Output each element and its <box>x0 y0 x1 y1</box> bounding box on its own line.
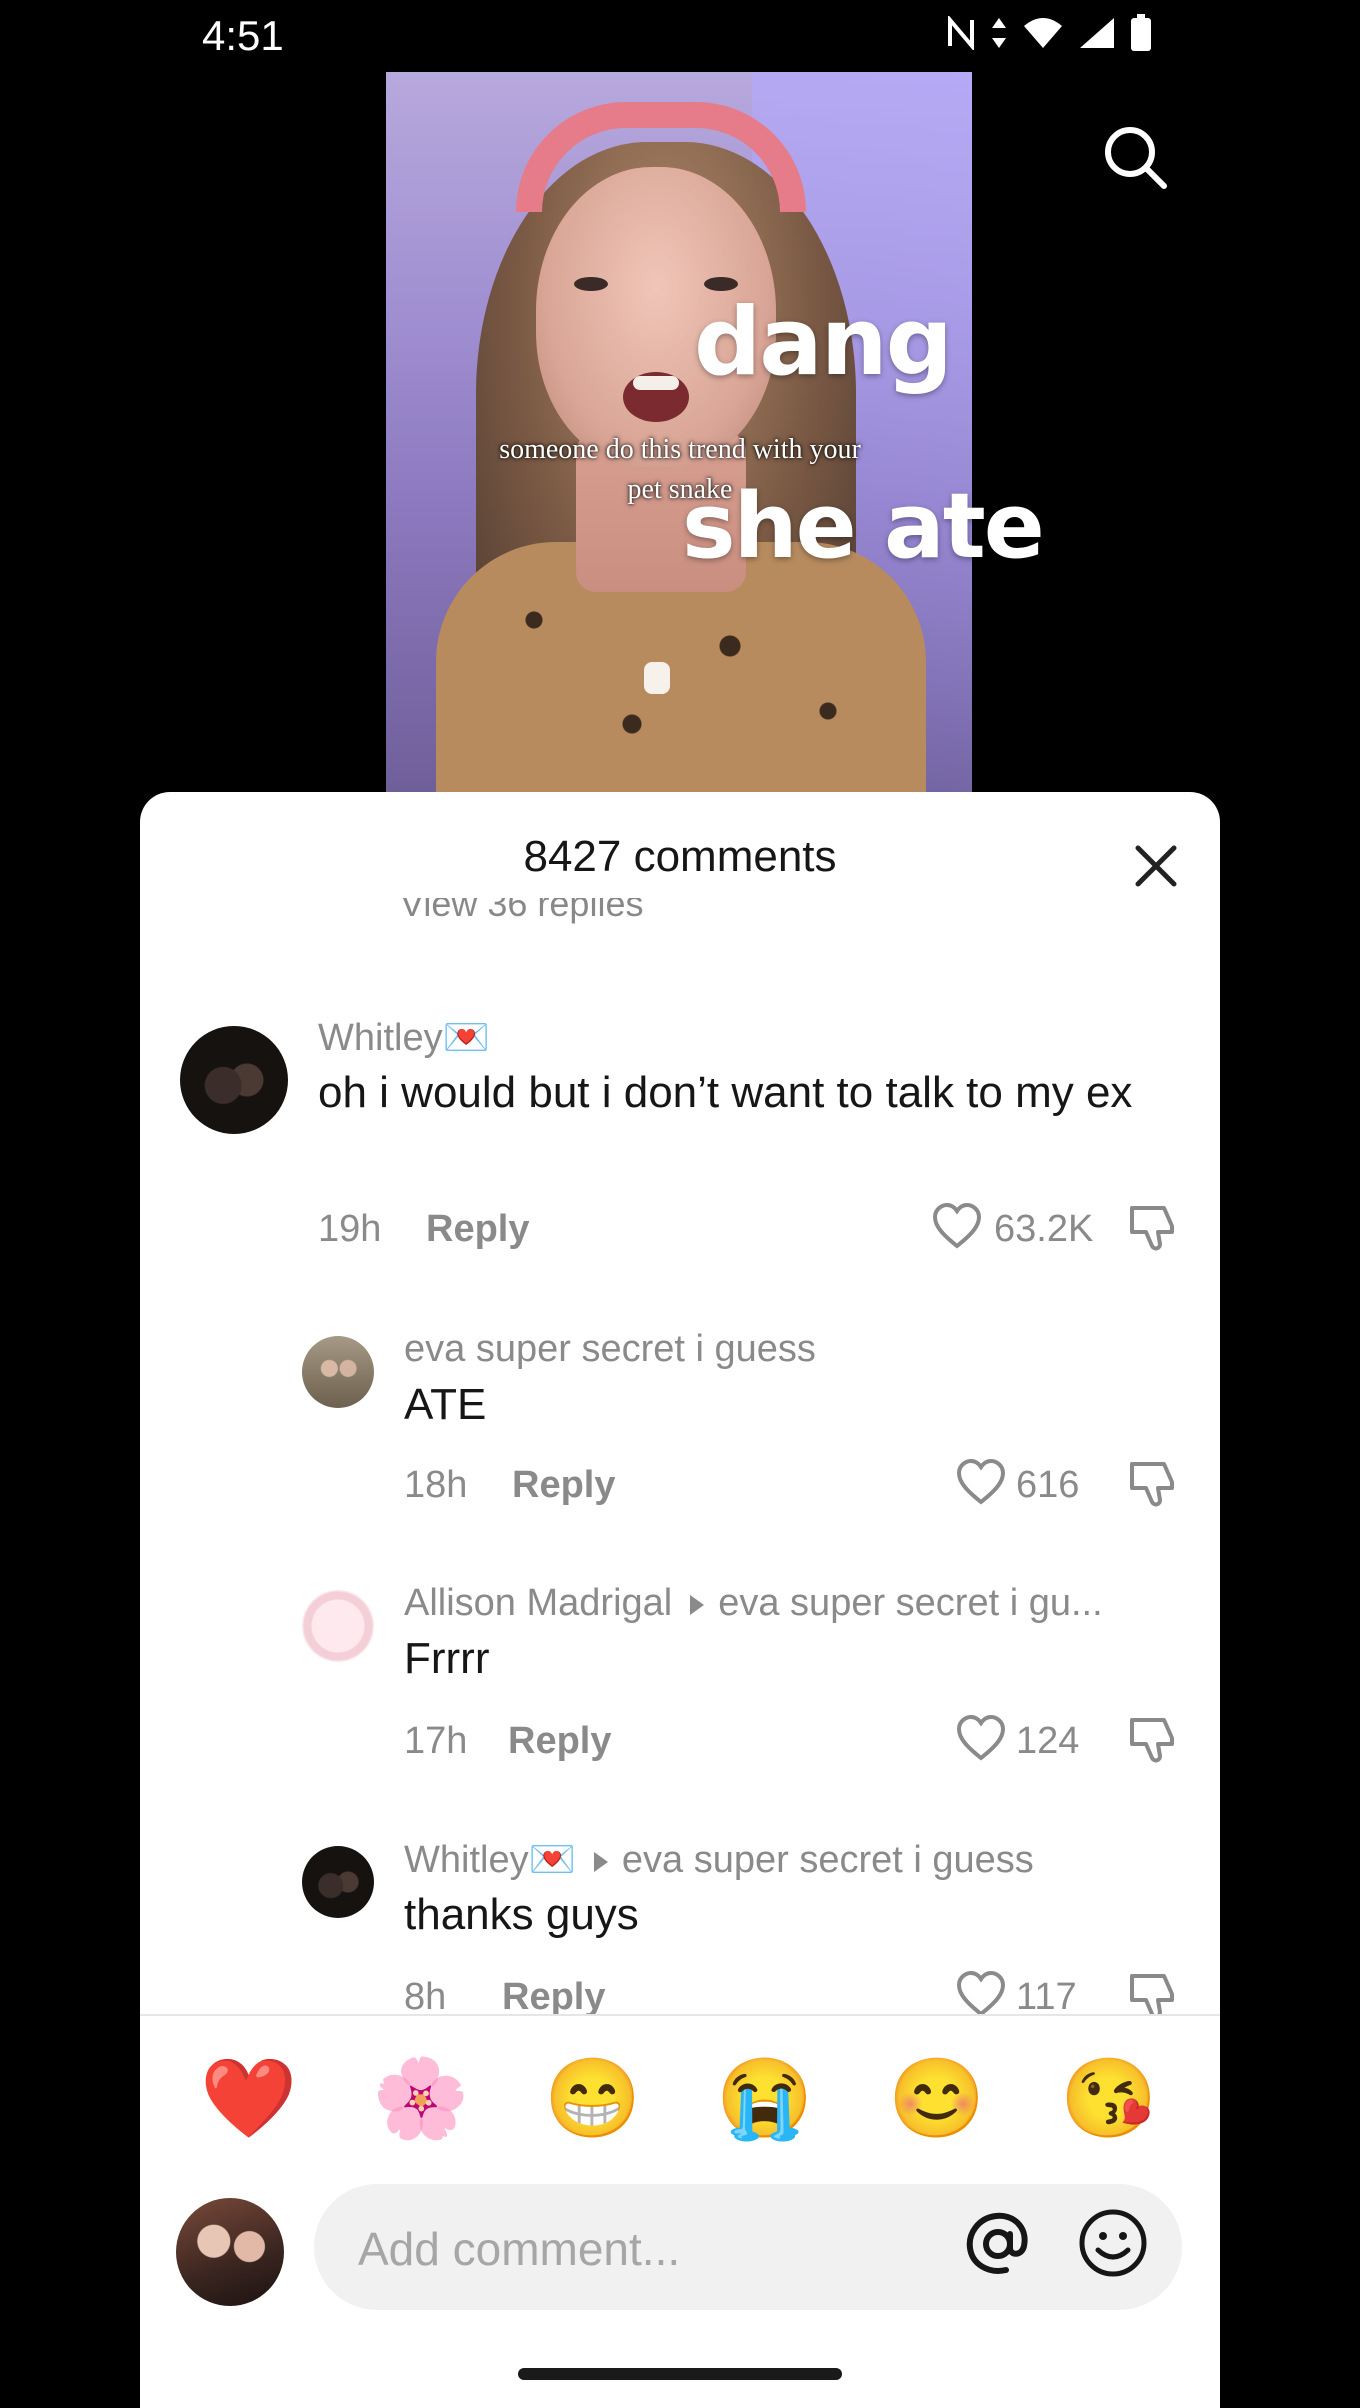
reply-button[interactable]: Reply <box>508 1720 611 1763</box>
divider <box>140 2014 1220 2016</box>
reply-button[interactable]: Reply <box>502 1976 605 2014</box>
comment-time: 8h <box>404 1976 447 2014</box>
cut-row: 8h Reply 117 <box>140 1960 1220 2014</box>
data-arrows-icon <box>992 18 1006 48</box>
emoji-picker-icon[interactable] <box>1076 2206 1150 2280</box>
comment-text: thanks guys <box>404 1890 639 1939</box>
heart-icon[interactable] <box>932 1202 982 1250</box>
heart-icon[interactable] <box>956 1970 1006 2014</box>
avatar[interactable] <box>302 1336 374 1408</box>
avatar[interactable] <box>180 1026 288 1134</box>
cell-signal-icon <box>1080 18 1114 48</box>
dislike-icon[interactable] <box>1128 1714 1180 1766</box>
wifi-icon <box>1024 18 1062 48</box>
search-icon[interactable] <box>1100 122 1172 194</box>
comment-time: 17h <box>404 1720 468 1762</box>
reaction-kiss[interactable]: 😘 <box>1060 2052 1157 2144</box>
comment-username[interactable]: eva super secret i guess <box>404 1328 816 1371</box>
reply-button[interactable]: Reply <box>512 1464 615 1507</box>
comment-time: 18h <box>404 1464 468 1506</box>
like-count: 124 <box>1016 1720 1080 1762</box>
comment-text: oh i would but i don’t want to talk to m… <box>318 1068 1133 1117</box>
reply-arrow-icon <box>593 1851 608 1872</box>
reaction-crying[interactable]: 😭 <box>716 2052 813 2144</box>
reaction-flower[interactable]: 🌸 <box>372 2052 469 2144</box>
reaction-heart[interactable]: ❤️ <box>200 2052 297 2144</box>
reply-arrow-icon <box>690 1594 705 1615</box>
heart-icon[interactable] <box>956 1458 1006 1506</box>
status-icons <box>946 14 1152 52</box>
mention-icon[interactable] <box>962 2208 1034 2280</box>
reply-button[interactable]: Reply <box>426 1208 529 1251</box>
like-count: 117 <box>1016 1976 1077 2014</box>
comment-time: 19h <box>318 1208 382 1250</box>
comment-username[interactable]: Whitley💌 <box>318 1016 490 1060</box>
comment-username[interactable]: Allison Madrigal eva super secret i gu... <box>404 1582 1103 1625</box>
close-icon[interactable] <box>1128 838 1184 894</box>
battery-icon <box>1131 14 1151 51</box>
avatar[interactable] <box>302 1846 374 1918</box>
comment-text: ATE <box>404 1380 487 1429</box>
status-time: 4:51 <box>202 12 284 59</box>
heart-icon[interactable] <box>956 1714 1006 1762</box>
comment-input-placeholder: Add comment... <box>358 2223 681 2275</box>
video-overlay-text-2: she ate <box>682 474 1045 579</box>
like-count: 616 <box>1016 1464 1080 1506</box>
dislike-icon[interactable] <box>1128 1458 1180 1510</box>
dislike-icon[interactable] <box>1128 1970 1180 2014</box>
home-indicator[interactable] <box>518 2368 842 2380</box>
reaction-smile[interactable]: 😊 <box>888 2052 985 2144</box>
comment-text: Frrrr <box>404 1634 490 1683</box>
comment-username[interactable]: Whitley💌 eva super secret i guess <box>404 1838 1034 1882</box>
avatar[interactable] <box>302 1590 374 1662</box>
dislike-icon[interactable] <box>1128 1202 1180 1254</box>
view-replies-link[interactable]: View 36 replies <box>400 898 643 930</box>
my-avatar <box>176 2198 284 2306</box>
like-count: 63.2K <box>994 1208 1094 1250</box>
nfc-icon <box>948 16 974 50</box>
reaction-grin[interactable]: 😁 <box>544 2052 641 2144</box>
video-overlay-text-1: dang <box>694 288 953 397</box>
